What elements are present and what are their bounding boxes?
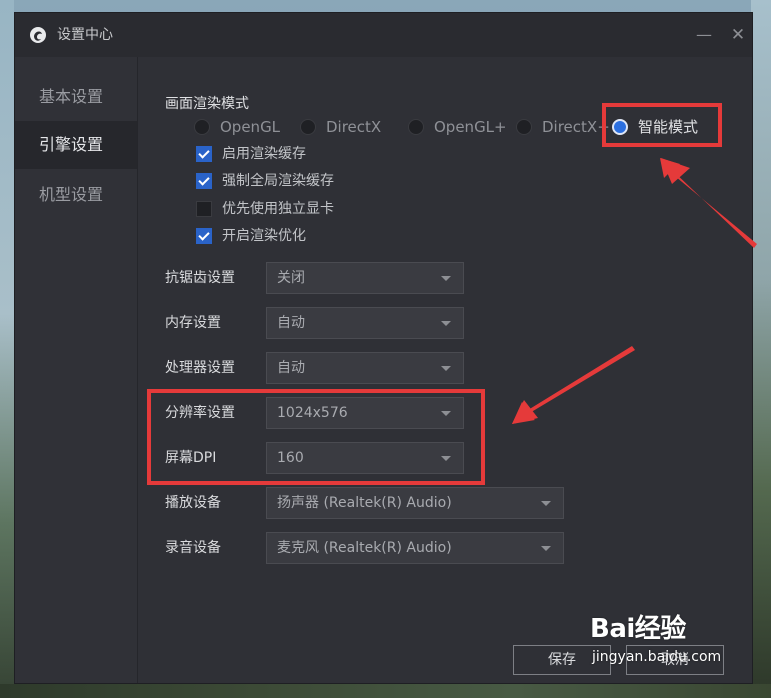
- radio-directx[interactable]: DirectX: [300, 116, 381, 138]
- radio-dot: [408, 119, 424, 135]
- window-title: 设置中心: [57, 27, 113, 43]
- playback-device-label: 播放设备: [165, 495, 221, 511]
- baidu-logo: Bai经验: [590, 614, 686, 644]
- chevron-down-icon: [441, 366, 451, 371]
- chevron-down-icon: [541, 546, 551, 551]
- chevron-down-icon: [541, 501, 551, 506]
- checkbox-label: 启用渲染缓存: [222, 146, 306, 162]
- checkbox-label: 开启渲染优化: [222, 228, 306, 244]
- checkbox-dedicated-gpu[interactable]: 优先使用独立显卡: [196, 199, 334, 219]
- sidebar-item-engine[interactable]: 引擎设置: [15, 121, 137, 169]
- background-left: [0, 0, 14, 698]
- radio-label: DirectX+: [542, 118, 610, 136]
- minimize-button[interactable]: —: [691, 23, 717, 47]
- annotation-box-resolution-dpi: [147, 389, 485, 485]
- checkbox-label: 强制全局渲染缓存: [222, 173, 334, 189]
- checkbox-box: [196, 201, 212, 217]
- chevron-down-icon: [441, 321, 451, 326]
- app-logo-icon: [30, 27, 46, 43]
- radio-label: DirectX: [326, 118, 382, 136]
- checkbox-box: [196, 228, 212, 244]
- background-right: [751, 0, 771, 698]
- sidebar-item-basic[interactable]: 基本设置: [15, 73, 137, 121]
- baidu-watermark: Bai经验 jingyan.baidu.com: [590, 612, 730, 682]
- chevron-down-icon: [441, 276, 451, 281]
- radio-label: OpenGL: [220, 118, 281, 136]
- memory-label: 内存设置: [165, 315, 221, 331]
- radio-opengl-plus[interactable]: OpenGL+: [408, 116, 507, 138]
- title-bar[interactable]: 设置中心 — ✕: [15, 13, 752, 57]
- background-bottom: [0, 684, 771, 698]
- record-device-select[interactable]: 麦克风 (Realtek(R) Audio): [266, 532, 564, 564]
- memory-select[interactable]: 自动: [266, 307, 464, 339]
- antialias-label: 抗锯齿设置: [165, 270, 235, 286]
- select-value: 扬声器 (Realtek(R) Audio): [277, 495, 452, 511]
- cpu-label: 处理器设置: [165, 360, 235, 376]
- sidebar-item-device-model[interactable]: 机型设置: [15, 171, 137, 219]
- radio-label: OpenGL+: [434, 118, 507, 136]
- checkbox-box: [196, 173, 212, 189]
- checkbox-box: [196, 146, 212, 162]
- radio-directx-plus[interactable]: DirectX+: [516, 116, 610, 138]
- playback-device-select[interactable]: 扬声器 (Realtek(R) Audio): [266, 487, 564, 519]
- render-mode-title: 画面渲染模式: [165, 96, 249, 112]
- checkbox-label: 优先使用独立显卡: [222, 201, 334, 217]
- antialias-select[interactable]: 关闭: [266, 262, 464, 294]
- cpu-select[interactable]: 自动: [266, 352, 464, 384]
- checkbox-render-optimization[interactable]: 开启渲染优化: [196, 226, 306, 246]
- checkbox-enable-render-cache[interactable]: 启用渲染缓存: [196, 144, 306, 164]
- engine-settings-panel: 画面渲染模式 OpenGL DirectX OpenGL+ DirectX+ 智…: [138, 57, 752, 683]
- record-device-label: 录音设备: [165, 540, 221, 556]
- select-value: 麦克风 (Realtek(R) Audio): [277, 540, 452, 556]
- select-value: 关闭: [277, 270, 305, 286]
- close-button[interactable]: ✕: [725, 23, 751, 47]
- radio-dot: [516, 119, 532, 135]
- select-value: 自动: [277, 360, 305, 376]
- baidu-url: jingyan.baidu.com: [592, 649, 722, 665]
- annotation-box-smart-mode: [602, 103, 722, 147]
- select-value: 自动: [277, 315, 305, 331]
- checkbox-force-global-cache[interactable]: 强制全局渲染缓存: [196, 171, 334, 191]
- radio-dot: [194, 119, 210, 135]
- sidebar: 基本设置 引擎设置 机型设置: [15, 57, 138, 683]
- radio-dot: [300, 119, 316, 135]
- radio-opengl[interactable]: OpenGL: [194, 116, 280, 138]
